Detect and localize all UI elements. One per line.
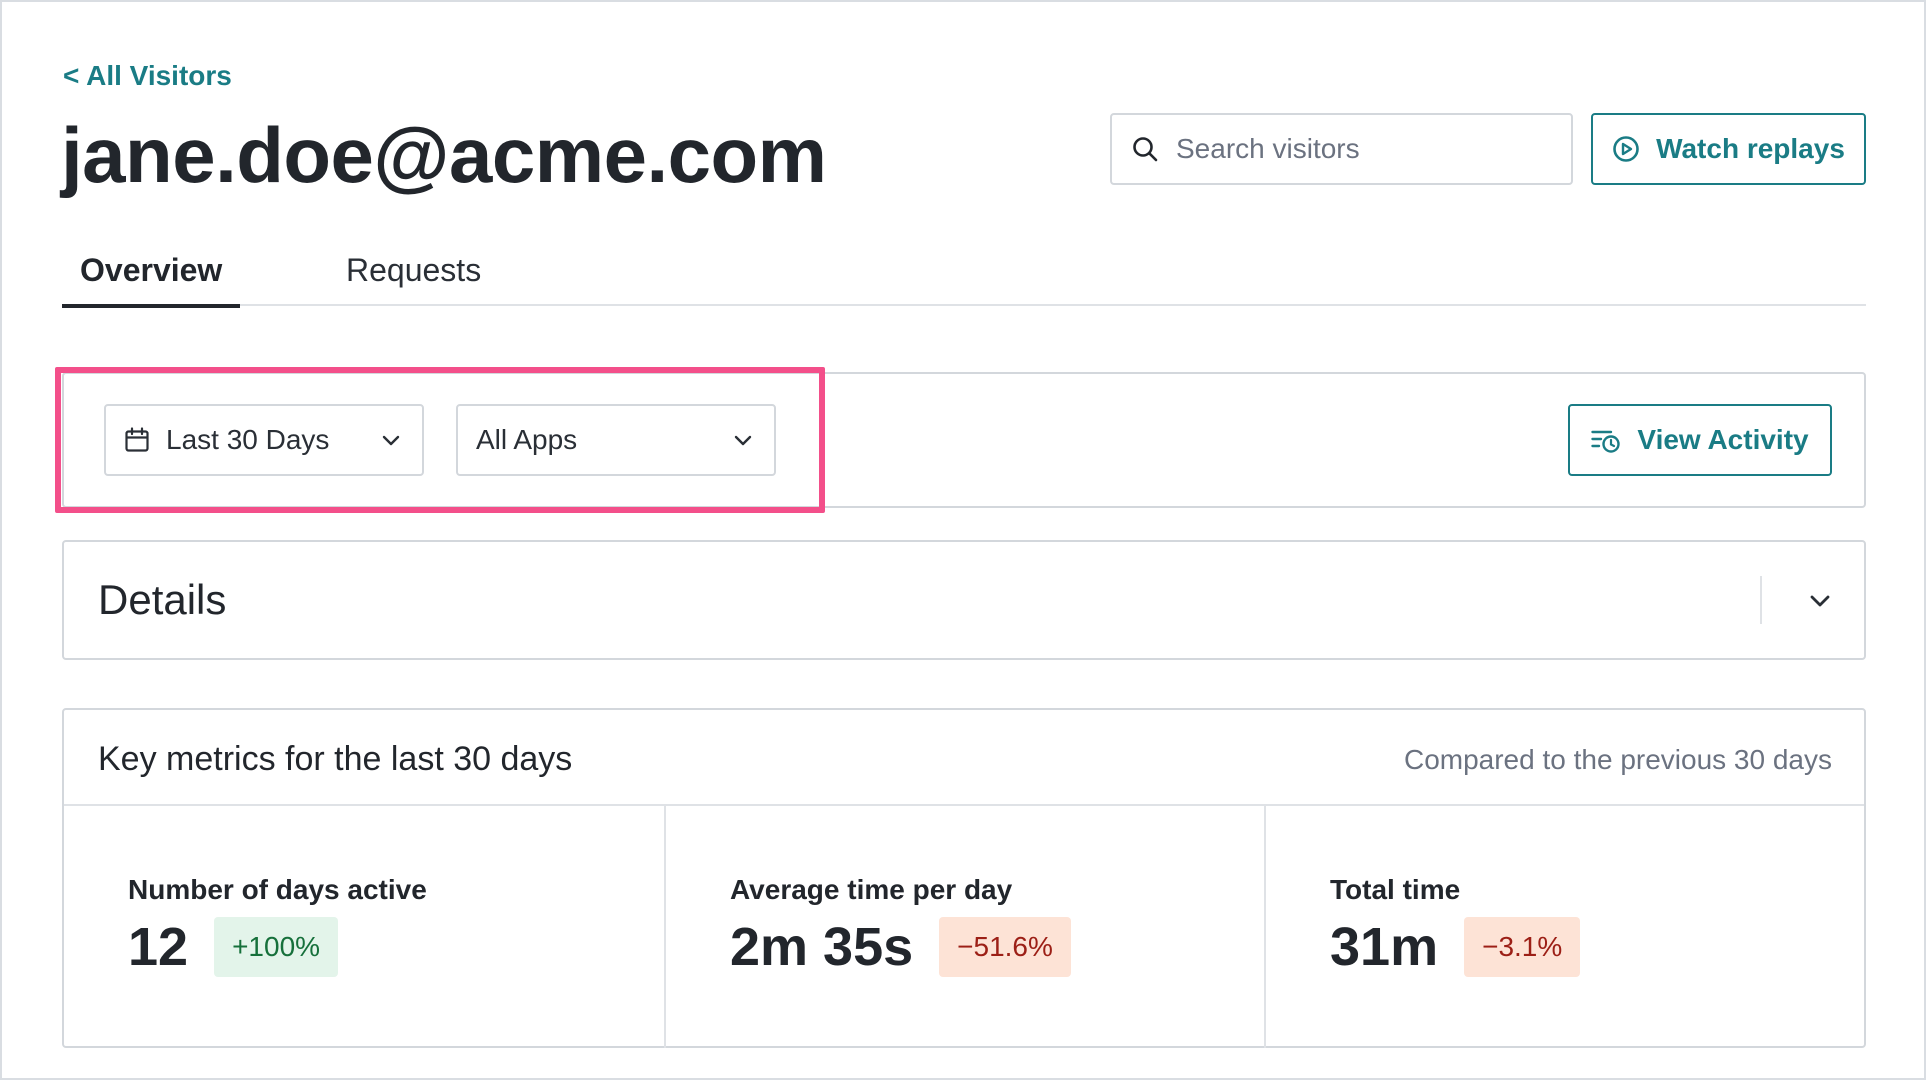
search-visitors-box[interactable] [1110,113,1573,185]
metric-value: 2m 35s [730,917,914,977]
comparison-note: Compared to the previous 30 days [1403,744,1832,775]
tab-requests[interactable]: Requests [346,252,481,304]
metric-value: 12 [128,917,189,977]
metric-change-badge: −3.1% [1464,917,1581,977]
search-input[interactable] [1176,133,1556,165]
watch-replays-button[interactable]: Watch replays [1591,113,1866,185]
metric-value: 31m [1330,917,1439,977]
play-circle-icon [1613,136,1639,162]
watch-replays-label: Watch replays [1656,133,1845,164]
details-panel: Details [62,540,1866,660]
visitor-page: < All Visitors jane.doe@acme.com Watch r… [0,0,1926,1080]
search-icon [1133,137,1158,162]
tab-overview[interactable]: Overview [61,252,241,308]
key-metrics-title: Key metrics for the last 30 days [98,740,573,778]
chevron-down-icon [382,435,400,446]
tab-bar: Overview Requests [61,242,1866,308]
view-activity-label: View Activity [1637,424,1809,455]
back-to-all-visitors-link[interactable]: < All Visitors [63,60,232,92]
metric-change-badge: −51.6% [939,917,1071,977]
chevron-down-icon [734,435,752,446]
date-range-select[interactable]: Last 30 Days [104,404,424,476]
app-select-value: All Apps [476,424,578,455]
metric-total-time: Total time 31m −3.1% [1264,806,1864,1048]
key-metrics-panel: Key metrics for the last 30 days Compare… [62,708,1866,1048]
details-expand-toggle[interactable] [1800,586,1840,616]
metric-label: Number of days active [128,874,427,905]
metric-label: Total time [1330,874,1461,905]
key-metrics-header: Key metrics for the last 30 days Compare… [64,710,1864,806]
details-title: Details [98,576,227,623]
date-range-value: Last 30 Days [166,424,330,455]
metric-days-active: Number of days active 12 +100% [64,806,664,1048]
page-title: jane.doe@acme.com [61,111,827,199]
metric-label: Average time per day [730,874,1013,905]
activity-list-clock-icon [1591,430,1621,453]
view-activity-button[interactable]: View Activity [1568,404,1832,476]
metric-change-badge: +100% [214,917,339,977]
details-divider [1760,576,1762,624]
app-select[interactable]: All Apps [456,404,776,476]
chevron-down-icon [1810,595,1830,607]
calendar-icon [125,427,149,452]
metric-average-time-per-day: Average time per day 2m 35s −51.6% [664,806,1264,1048]
